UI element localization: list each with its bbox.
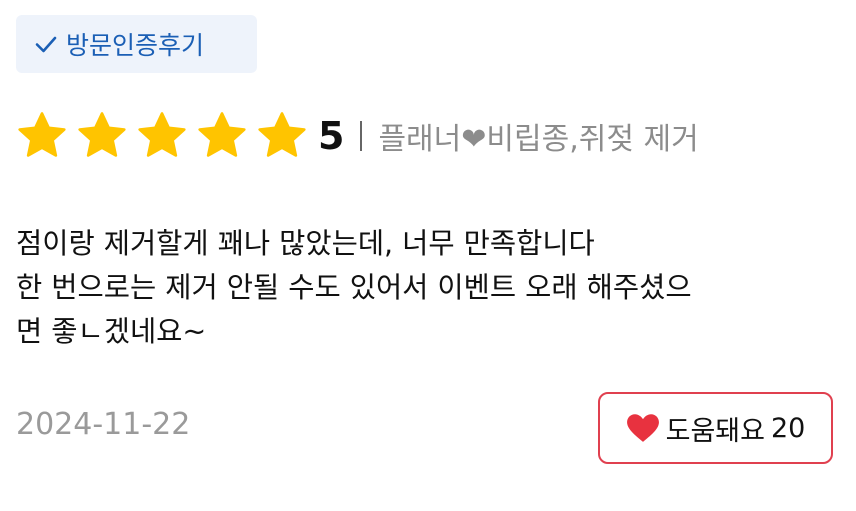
star-icon (18, 112, 66, 157)
star-icon (198, 112, 246, 157)
rating-row: 5 플래너❤비립종,쥐젖 제거 (16, 108, 699, 164)
helpful-count: 20 (771, 412, 806, 444)
review-line: 면 좋ㄴ겠네요~ (16, 315, 207, 348)
badge-label: 방문인증후기 (66, 31, 205, 60)
helpful-button[interactable]: 도움돼요 20 (598, 392, 833, 464)
star-icon (138, 112, 186, 157)
review-text: 점이랑 제거할게 꽤나 많았는데, 너무 만족합니다 한 번으로는 제거 안될 … (16, 222, 840, 354)
option-prefix: 플래너 (378, 122, 462, 157)
star-icon (258, 112, 306, 157)
option-suffix: 비립종,쥐젖 제거 (486, 122, 699, 157)
visit-verified-badge: 방문인증후기 (16, 15, 257, 73)
divider (360, 121, 363, 151)
treatment-option: 플래너❤비립종,쥐젖 제거 (378, 114, 698, 158)
review-line: 한 번으로는 제거 안될 수도 있어서 이벤트 오래 해주셨으 (16, 271, 692, 304)
check-icon (35, 36, 57, 53)
star-rating (16, 110, 316, 162)
rating-score: 5 (318, 114, 345, 158)
review-date: 2024-11-22 (16, 407, 191, 442)
star-icon (78, 112, 126, 157)
helpful-label: 도움돼요 (665, 415, 765, 447)
small-heart-icon: ❤ (461, 122, 487, 157)
heart-icon (626, 414, 659, 442)
review-line: 점이랑 제거할게 꽤나 많았는데, 너무 만족합니다 (16, 227, 595, 260)
